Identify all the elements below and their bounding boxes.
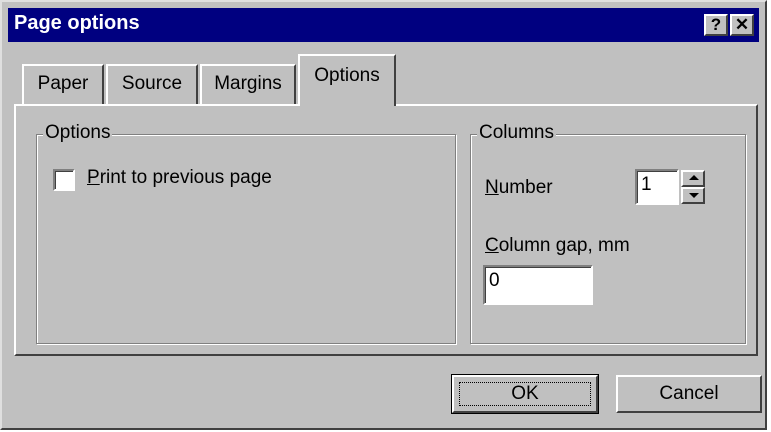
- arrow-up-icon: [689, 175, 699, 180]
- close-icon: ✕: [734, 15, 750, 34]
- window-title: Page options: [14, 12, 140, 34]
- tab-source[interactable]: Source: [106, 64, 198, 104]
- options-group: Options Print to previous page: [36, 122, 456, 344]
- print-to-previous-page-checkbox[interactable]: [53, 169, 75, 191]
- tab-options[interactable]: Options: [298, 54, 396, 106]
- columns-group: Columns Number 1 Column gap, mm 0: [470, 122, 746, 344]
- tab-paper[interactable]: Paper: [22, 64, 104, 104]
- hotkey-letter: C: [485, 235, 499, 256]
- number-label: Number: [485, 177, 553, 199]
- tab-label: Margins: [214, 73, 282, 94]
- hotkey-letter: N: [485, 177, 499, 198]
- cancel-button-label: Cancel: [659, 383, 719, 404]
- label-text: olumn gap, mm: [498, 235, 630, 256]
- ok-button[interactable]: OK: [451, 374, 599, 414]
- print-to-previous-page-label[interactable]: Print to previous page: [87, 167, 272, 189]
- help-button[interactable]: ?: [704, 14, 728, 36]
- number-input[interactable]: 1: [635, 169, 679, 205]
- page-options-dialog: Page options ? ✕ Paper Source Margins Op…: [0, 0, 767, 430]
- arrow-down-icon: [689, 193, 699, 198]
- close-button[interactable]: ✕: [730, 14, 754, 36]
- focus-rectangle: [459, 382, 591, 406]
- title-bar[interactable]: Page options ? ✕: [8, 8, 759, 42]
- column-gap-input[interactable]: 0: [483, 265, 593, 305]
- tab-label: Paper: [37, 73, 89, 94]
- number-spin-up-button[interactable]: [681, 170, 705, 187]
- help-icon: ?: [710, 15, 722, 34]
- options-group-legend: Options: [43, 122, 113, 144]
- hotkey-letter: P: [87, 167, 100, 188]
- tab-margins[interactable]: Margins: [200, 64, 296, 104]
- tab-label: Options: [314, 65, 380, 86]
- column-gap-label: Column gap, mm: [485, 235, 630, 257]
- number-spin-down-button[interactable]: [681, 187, 705, 204]
- tab-label: Source: [121, 73, 183, 94]
- label-text: umber: [498, 177, 553, 198]
- cancel-button[interactable]: Cancel: [616, 375, 762, 413]
- label-text: rint to previous page: [99, 167, 272, 188]
- columns-group-legend: Columns: [477, 122, 556, 144]
- tab-panel-options: Options Print to previous page Columns N…: [14, 104, 758, 356]
